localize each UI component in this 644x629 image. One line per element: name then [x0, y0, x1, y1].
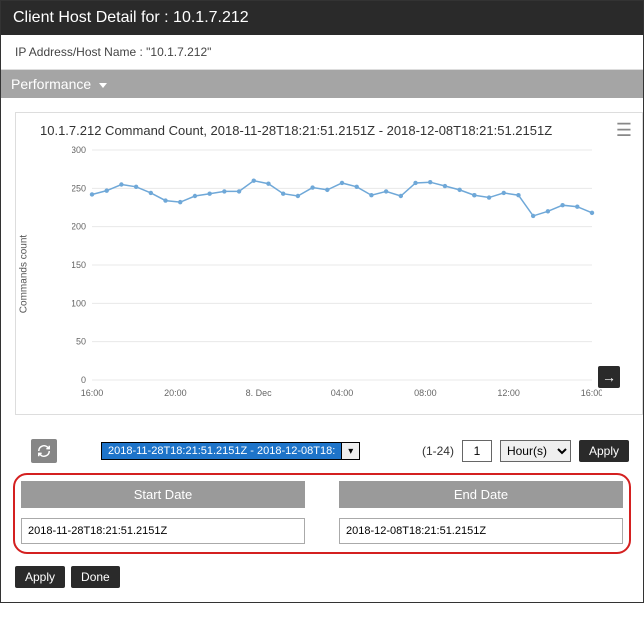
- svg-text:100: 100: [72, 298, 86, 308]
- svg-text:16:00: 16:00: [581, 388, 602, 398]
- svg-text:200: 200: [72, 222, 86, 232]
- date-range-select[interactable]: 2018-11-28T18:21:51.2151Z - 2018-12-08T1…: [101, 442, 360, 460]
- refresh-icon: [37, 444, 51, 458]
- svg-text:16:00: 16:00: [81, 388, 104, 398]
- start-date-input[interactable]: [21, 518, 305, 544]
- start-date-header: Start Date: [21, 481, 305, 508]
- svg-text:0: 0: [81, 375, 86, 385]
- chart-card: 10.1.7.212 Command Count, 2018-11-28T18:…: [15, 112, 643, 415]
- svg-text:250: 250: [72, 183, 86, 193]
- chart-title: 10.1.7.212 Command Count, 2018-11-28T18:…: [26, 123, 634, 138]
- date-range-highlight: Start Date End Date: [13, 473, 631, 554]
- caret-down-icon: [99, 83, 107, 88]
- paging-range-label: (1-24): [422, 444, 454, 458]
- page-input[interactable]: [462, 440, 492, 462]
- svg-text:08:00: 08:00: [414, 388, 437, 398]
- svg-text:8. Dec: 8. Dec: [246, 388, 273, 398]
- chart-area: Commands count 05010015020025030016:0020…: [26, 144, 606, 404]
- end-date-input[interactable]: [339, 518, 623, 544]
- ip-address-label: IP Address/Host Name : "10.1.7.212": [1, 35, 643, 69]
- chevron-down-icon[interactable]: ▾: [341, 443, 359, 459]
- chart-menu-icon[interactable]: ☰: [616, 123, 632, 137]
- y-axis-label: Commands count: [19, 235, 30, 313]
- end-date-header: End Date: [339, 481, 623, 508]
- scroll-right-button[interactable]: →: [598, 366, 620, 388]
- line-chart: 0 50 100 150 200 250 300 16:00 20:00 8. Dec 04:00 0…: [72, 144, 602, 404]
- unit-select[interactable]: Hour(s)Day(s)Week(s): [500, 440, 571, 462]
- svg-text:20:00: 20:00: [164, 388, 187, 398]
- apply-button[interactable]: Apply: [15, 566, 65, 588]
- refresh-button[interactable]: [31, 439, 57, 463]
- apply-range-button[interactable]: Apply: [579, 440, 629, 462]
- date-range-value: 2018-11-28T18:21:51.2151Z - 2018-12-08T1…: [102, 443, 341, 459]
- svg-text:150: 150: [72, 260, 86, 270]
- svg-text:12:00: 12:00: [497, 388, 520, 398]
- window-title: Client Host Detail for : 10.1.7.212: [1, 1, 643, 35]
- performance-panel-header[interactable]: Performance: [1, 69, 643, 98]
- svg-text:04:00: 04:00: [331, 388, 354, 398]
- panel-title: Performance: [11, 76, 91, 92]
- svg-text:50: 50: [76, 337, 86, 347]
- done-button[interactable]: Done: [71, 566, 120, 588]
- svg-text:300: 300: [72, 145, 86, 155]
